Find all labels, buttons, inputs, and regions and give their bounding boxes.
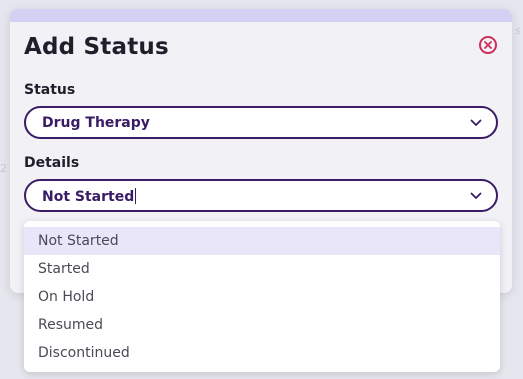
- details-select-value: Not Started: [42, 188, 137, 205]
- modal-top-bar: [10, 9, 512, 22]
- modal-title: Add Status: [24, 34, 169, 60]
- details-dropdown-menu: Not Started Started On Hold Resumed Disc…: [24, 221, 500, 372]
- background-text-fragment: s: [515, 24, 521, 37]
- chevron-down-icon: [470, 192, 482, 199]
- dropdown-option-resumed[interactable]: Resumed: [24, 311, 500, 339]
- status-select[interactable]: Drug Therapy: [24, 106, 498, 139]
- details-label: Details: [24, 155, 80, 171]
- text-cursor: [135, 188, 137, 204]
- status-label: Status: [24, 82, 76, 98]
- dropdown-option-started[interactable]: Started: [24, 255, 500, 283]
- chevron-down-icon: [470, 119, 482, 126]
- status-select-value: Drug Therapy: [42, 115, 150, 131]
- details-select-text: Not Started: [42, 189, 135, 205]
- dropdown-option-discontinued[interactable]: Discontinued: [24, 339, 500, 367]
- dropdown-option-on-hold[interactable]: On Hold: [24, 283, 500, 311]
- close-button[interactable]: [479, 36, 497, 54]
- details-select[interactable]: Not Started: [24, 179, 498, 212]
- close-icon: [484, 41, 492, 49]
- background-text-fragment: 2: [0, 162, 7, 175]
- dropdown-option-not-started[interactable]: Not Started: [24, 227, 500, 255]
